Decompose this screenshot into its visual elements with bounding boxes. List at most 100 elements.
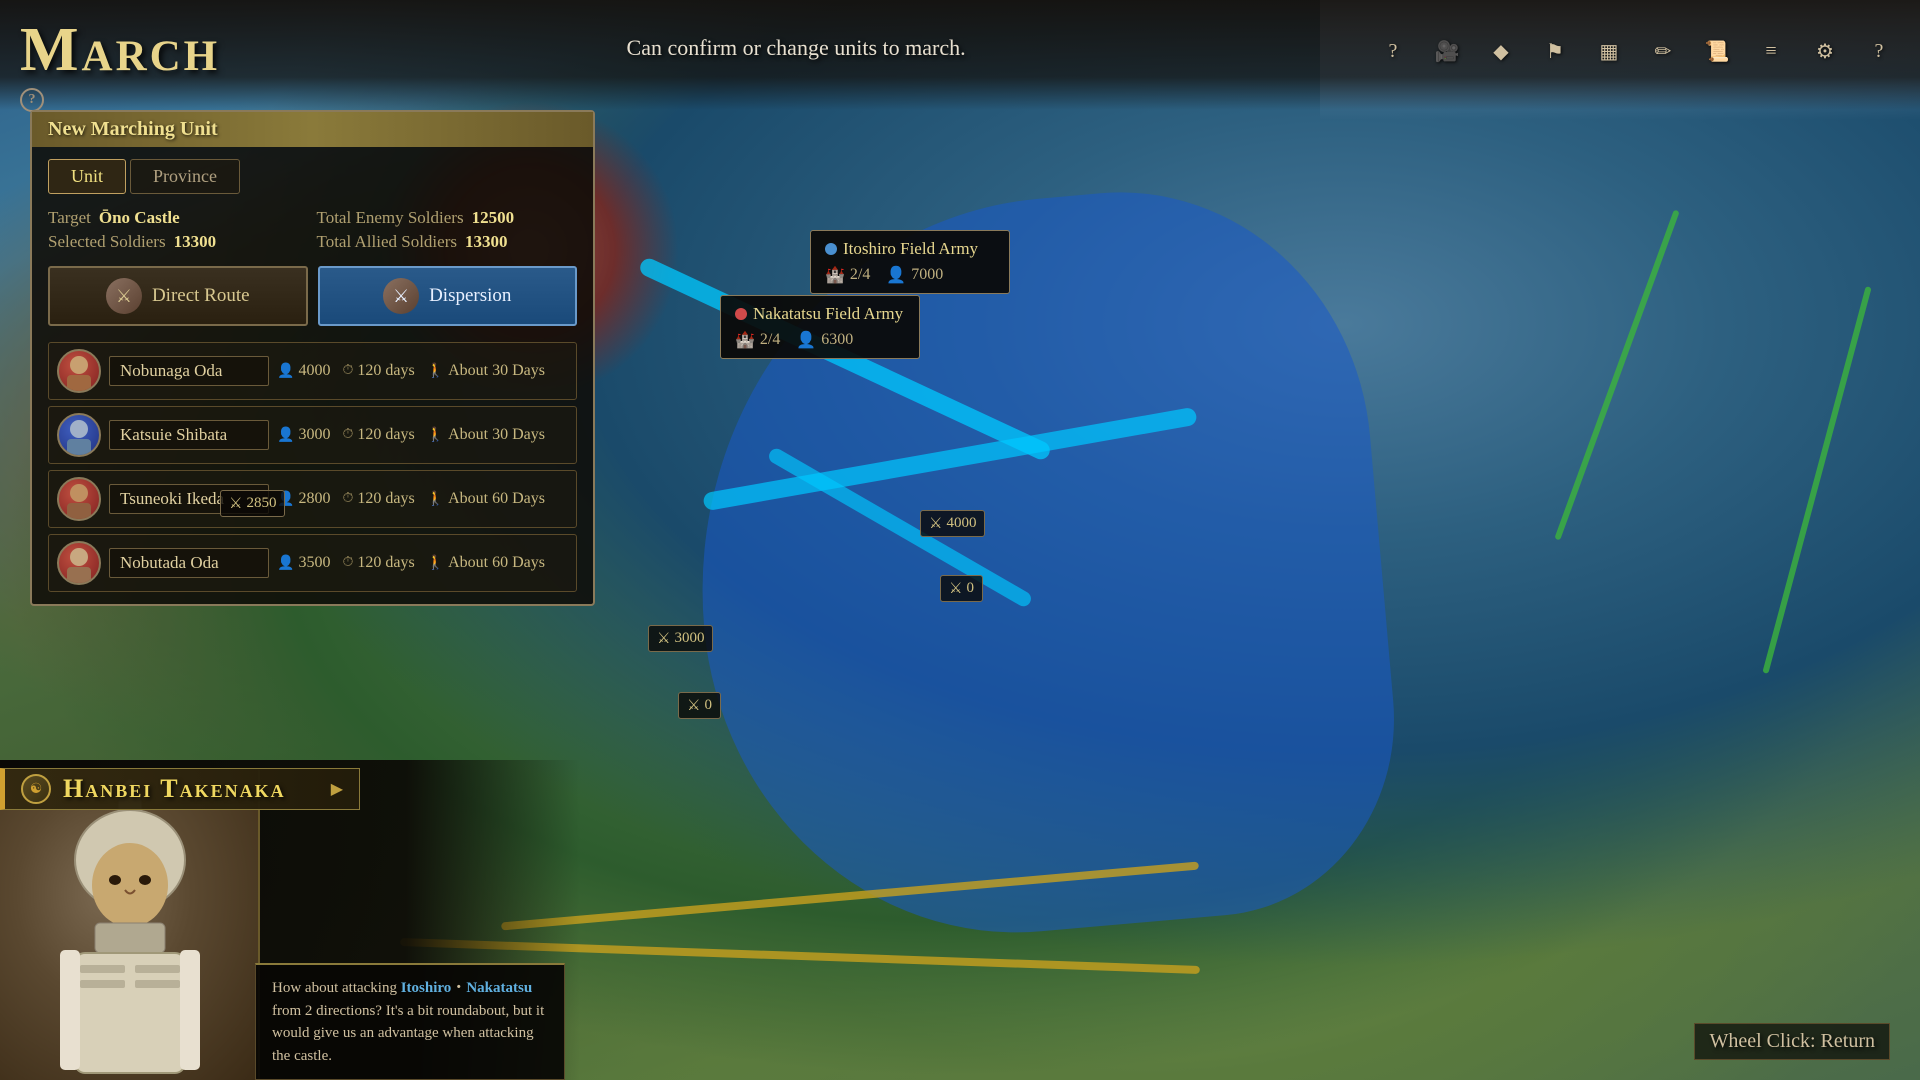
unit-row[interactable]: Tsuneoki Ikeda 👤 2800 ⏱ 120 days 🚶 About… [48, 470, 577, 528]
slot-stat: 🏰 2/4 [825, 265, 870, 285]
char-dialog: How about attacking Itoshiro・Nakatatsu f… [255, 963, 565, 1080]
header-message: Can confirm or change units to march. [220, 15, 1372, 61]
unit-stats-nobunaga: 👤 4000 ⏱ 120 days 🚶 About 30 Days [277, 362, 545, 380]
march-panel: New Marching Unit Unit Province Target Ō… [30, 110, 595, 606]
days1-value: 120 days [357, 490, 414, 508]
time-icon: ⏱ [342, 491, 353, 507]
question-icon[interactable]: ? [1858, 30, 1900, 72]
map-badge-0b: ⚔ 0 [678, 692, 721, 719]
tabs: Unit Province [48, 159, 577, 194]
camera-icon[interactable]: 🎥 [1426, 30, 1468, 72]
days2-value: About 30 Days [448, 426, 545, 444]
days2-value: About 60 Days [448, 490, 545, 508]
slot-icon: 🏰 [735, 330, 755, 350]
days2-value: About 30 Days [448, 362, 545, 380]
days1-stat: ⏱ 120 days [342, 554, 414, 572]
dispersion-button[interactable]: ⚔ Dispersion [318, 266, 578, 326]
days1-value: 120 days [357, 554, 414, 572]
target-castle: Ōno Castle [99, 208, 180, 228]
map-badge-4000: ⚔ 4000 [920, 510, 985, 537]
days2-stat: 🚶 About 60 Days [427, 490, 545, 508]
portrait-container [0, 770, 260, 1080]
soldiers-stat: 👤 3500 [277, 554, 330, 572]
selected-count: 13300 [174, 232, 217, 252]
unit-avatar-nobunaga [57, 349, 101, 393]
soldiers-icon: 👤 [796, 330, 816, 350]
days2-stat: 🚶 About 60 Days [427, 554, 545, 572]
enemy-soldiers-value: 12500 [472, 208, 515, 228]
soldiers-value: 3000 [298, 426, 330, 444]
soldiers-stat: 👤 2800 [277, 490, 330, 508]
days1-value: 120 days [357, 426, 414, 444]
slot-icon: 🏰 [825, 265, 845, 285]
time-icon: ⏱ [342, 555, 353, 571]
pencil-icon[interactable]: ✏ [1642, 30, 1684, 72]
slot-stat: 🏰 2/4 [735, 330, 780, 350]
travel-icon: 🚶 [427, 363, 444, 380]
char-name-plate: ☯ Hanbei Takenaka ▶ [0, 768, 360, 810]
help-button[interactable]: ? [20, 88, 44, 112]
time-icon: ⏱ [342, 427, 353, 443]
char-panel: ☯ Hanbei Takenaka ▶ How about attacking … [0, 760, 580, 1080]
soldiers-stat: 👤 3000 [277, 426, 330, 444]
soldiers-stat: 👤 6300 [796, 330, 853, 350]
nakatatsu-field-army-tooltip: Nakatatsu Field Army 🏰 2/4 👤 6300 [720, 295, 920, 359]
char-arrow: ▶ [331, 779, 343, 799]
list-icon[interactable]: ≡ [1750, 30, 1792, 72]
tab-unit[interactable]: Unit [48, 159, 126, 194]
grid-icon[interactable]: ▦ [1588, 30, 1630, 72]
scroll-icon[interactable]: 📜 [1696, 30, 1738, 72]
tab-province[interactable]: Province [130, 159, 240, 194]
army-name-itoshiro: Itoshiro Field Army [825, 239, 995, 259]
help-icon[interactable]: ? [1372, 30, 1414, 72]
days2-value: About 60 Days [448, 554, 545, 572]
gear-icon[interactable]: ⚙ [1804, 30, 1846, 72]
unit-row[interactable]: Nobutada Oda 👤 3500 ⏱ 120 days 🚶 About 6… [48, 534, 577, 592]
allied-row: Total Allied Soldiers 13300 [317, 232, 578, 252]
top-icons-bar: ? 🎥 ◆ ⚑ ▦ ✏ 📜 ≡ ⚙ ? [1372, 15, 1900, 72]
unit-avatar-katsuie [57, 413, 101, 457]
badge-icon: ⚔ [657, 629, 670, 648]
unit-stats-nobutada: 👤 3500 ⏱ 120 days 🚶 About 60 Days [277, 554, 545, 572]
badge-icon: ⚔ [949, 579, 962, 598]
unit-name-katsuie: Katsuie Shibata [109, 420, 269, 450]
unit-stats-katsuie: 👤 3000 ⏱ 120 days 🚶 About 30 Days [277, 426, 545, 444]
soldiers-stat: 👤 7000 [886, 265, 943, 285]
days1-stat: ⏱ 120 days [342, 426, 414, 444]
unit-avatar-nobutada [57, 541, 101, 585]
target-info: Target Ōno Castle Total Enemy Soldiers 1… [48, 208, 577, 252]
unit-row[interactable]: Katsuie Shibata 👤 3000 ⏱ 120 days 🚶 Abou… [48, 406, 577, 464]
soldiers-icon: 👤 [886, 265, 906, 285]
highlight-itoshiro: Itoshiro [401, 980, 452, 996]
map-badge-0a: ⚔ 0 [940, 575, 983, 602]
soldiers-value: 2800 [298, 490, 330, 508]
direct-route-label: Direct Route [152, 285, 250, 307]
dispersion-avatar: ⚔ [383, 278, 419, 314]
panel-header: New Marching Unit [32, 112, 593, 147]
army-name-nakatatsu: Nakatatsu Field Army [735, 304, 905, 324]
soldiers-stat: 👤 4000 [277, 362, 330, 380]
top-bar: March ? Can confirm or change units to m… [0, 0, 1920, 110]
travel-icon: 🚶 [427, 491, 444, 508]
soldiers-icon: 👤 [277, 555, 294, 572]
wheel-hint: Wheel Click: Return [1694, 1023, 1890, 1060]
days1-value: 120 days [357, 362, 414, 380]
route-buttons: ⚔ Direct Route ⚔ Dispersion [48, 266, 577, 326]
map-badge-2850: ⚔ 2850 [220, 490, 285, 517]
badge-icon: ⚔ [687, 696, 700, 715]
enemy-row: Total Enemy Soldiers 12500 [317, 208, 578, 228]
time-icon: ⏱ [342, 363, 353, 379]
portrait-frame [0, 770, 260, 1080]
days2-stat: 🚶 About 30 Days [427, 426, 545, 444]
unit-row[interactable]: Nobunaga Oda 👤 4000 ⏱ 120 days 🚶 About 3… [48, 342, 577, 400]
map-badge-3000: ⚔ 3000 [648, 625, 713, 652]
diamond-icon[interactable]: ◆ [1480, 30, 1522, 72]
days2-stat: 🚶 About 30 Days [427, 362, 545, 380]
flag-icon[interactable]: ⚑ [1534, 30, 1576, 72]
army-stats-itoshiro: 🏰 2/4 👤 7000 [825, 265, 995, 285]
selected-row: Selected Soldiers 13300 [48, 232, 309, 252]
days1-stat: ⏱ 120 days [342, 490, 414, 508]
direct-route-button[interactable]: ⚔ Direct Route [48, 266, 308, 326]
army-stats-nakatatsu: 🏰 2/4 👤 6300 [735, 330, 905, 350]
unit-stats-tsuneoki: 👤 2800 ⏱ 120 days 🚶 About 60 Days [277, 490, 545, 508]
